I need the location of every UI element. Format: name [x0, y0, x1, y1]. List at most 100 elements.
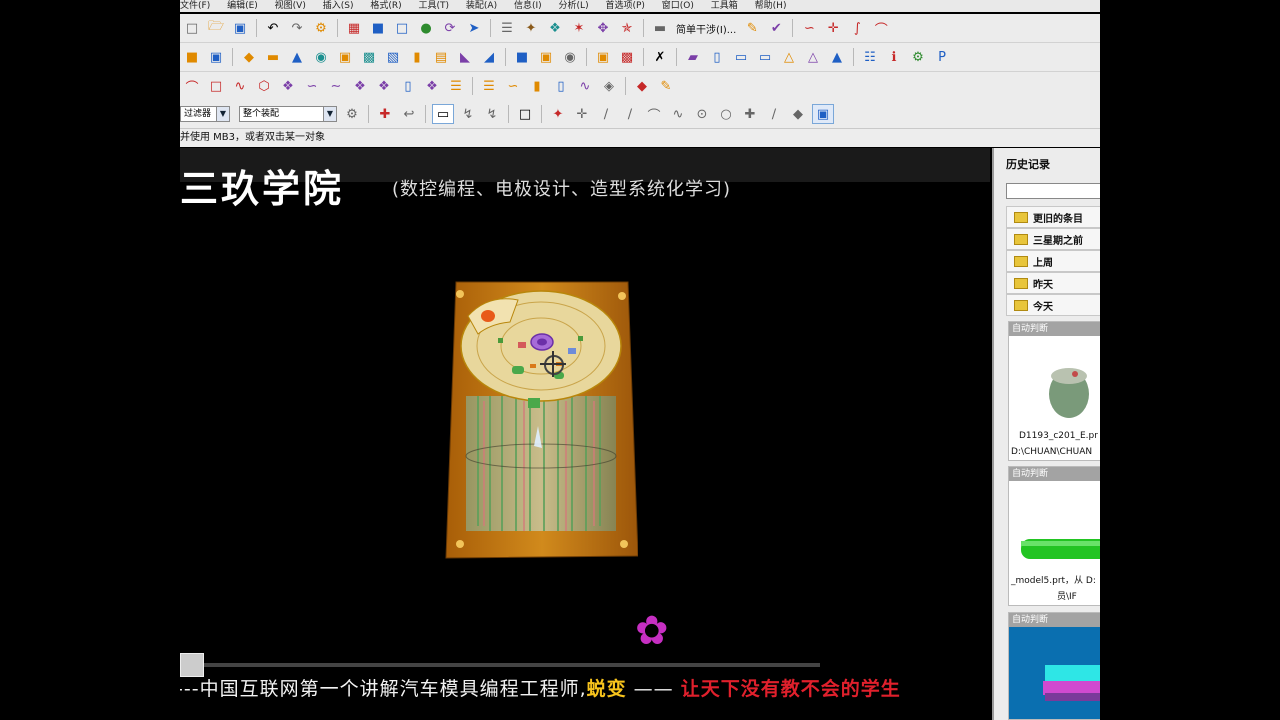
curve-length-icon[interactable]: ▮ — [527, 77, 547, 95]
trim-curve-icon[interactable]: ☰ — [479, 77, 499, 95]
mate-icon[interactable]: ✯ — [617, 19, 637, 37]
slot-icon[interactable]: ▮ — [407, 48, 427, 66]
offset-curve-icon[interactable]: ∽ — [302, 77, 322, 95]
history-group-older[interactable]: 更旧的条目 — [1006, 206, 1100, 228]
component-selection-icon[interactable]: ⚙ — [342, 105, 362, 123]
extrude-icon[interactable]: ■ — [182, 48, 202, 66]
menu-tools[interactable]: 工具(T) — [419, 1, 450, 11]
wcs-icon[interactable]: ✦ — [521, 19, 541, 37]
shaded-cube-icon[interactable]: ■ — [368, 19, 388, 37]
split-body-icon[interactable]: ▩ — [617, 48, 637, 66]
menu-edit[interactable]: 编辑(E) — [227, 1, 258, 11]
divide-curve-icon[interactable]: ∽ — [503, 77, 523, 95]
endpoint-snap-icon[interactable]: ✦ — [548, 105, 568, 123]
mold-wizard-icon[interactable]: ⚙ — [908, 48, 928, 66]
center-snap-icon[interactable]: ⊙ — [692, 105, 712, 123]
video-progress-bar[interactable] — [180, 663, 820, 667]
polygon-icon[interactable]: ⬡ — [254, 77, 274, 95]
history-item[interactable]: 自动判断 D1193_c201_E.pr D:\CHUAN\CHUAN — [1008, 321, 1100, 461]
menu-analysis[interactable]: 分析(L) — [559, 1, 589, 11]
pocket-icon[interactable]: ▩ — [359, 48, 379, 66]
curve-snap-icon[interactable]: ∕ — [620, 105, 640, 123]
menu-preferences[interactable]: 首选项(P) — [605, 1, 644, 11]
selection-scope-dropdown[interactable]: 整个装配 ▼ — [239, 106, 337, 122]
transform-icon[interactable]: ✗ — [650, 48, 670, 66]
ruler-icon[interactable]: ▬ — [650, 19, 670, 37]
line-icon[interactable]: ✛ — [823, 19, 843, 37]
isoparametric-curve-icon[interactable]: ❖ — [422, 77, 442, 95]
cylinder-icon[interactable]: ▬ — [263, 48, 283, 66]
arc-curve-icon[interactable]: ⌒ — [182, 77, 202, 96]
tangent-snap-icon[interactable]: ∿ — [668, 105, 688, 123]
face-snap-icon[interactable]: ◆ — [788, 105, 808, 123]
arc-icon[interactable]: ⌒ — [871, 19, 891, 38]
history-group-three-weeks[interactable]: 三星期之前 — [1006, 228, 1100, 250]
cone-icon[interactable]: ▲ — [287, 48, 307, 66]
repeat-command-icon[interactable]: ⚙ — [311, 19, 331, 37]
history-group-last-week[interactable]: 上周 — [1006, 250, 1100, 272]
rectangle-icon[interactable]: □ — [206, 77, 226, 95]
revolve-icon[interactable]: ◆ — [239, 48, 259, 66]
select-object-icon[interactable]: ▭ — [432, 104, 454, 124]
sphere-icon[interactable]: ● — [416, 19, 436, 37]
join-curve-icon[interactable]: ❖ — [350, 77, 370, 95]
measure-icon[interactable]: ✎ — [742, 19, 762, 37]
snap-back-icon[interactable]: ↩ — [399, 105, 419, 123]
fit-view-icon[interactable]: ▦ — [344, 19, 364, 37]
assembly-icon[interactable]: ❖ — [545, 19, 565, 37]
surface-icon[interactable]: ▰ — [683, 48, 703, 66]
arc-snap-icon[interactable]: ⌒ — [644, 105, 664, 124]
extract-curve-icon[interactable]: ☰ — [446, 77, 466, 95]
sew-icon[interactable]: △ — [779, 48, 799, 66]
trim-body-icon[interactable]: ▣ — [593, 48, 613, 66]
undo-icon[interactable]: ↶ — [263, 19, 283, 37]
rectangle-select-icon[interactable]: □ — [515, 105, 535, 123]
circle-snap-icon[interactable]: ○ — [716, 105, 736, 123]
intersect-curve-icon[interactable]: ❖ — [374, 77, 394, 95]
point-on-curve-icon[interactable]: ∕ — [764, 105, 784, 123]
unite-icon[interactable]: ■ — [512, 48, 532, 66]
menu-view[interactable]: 视图(V) — [275, 1, 306, 11]
spline-icon[interactable]: ∫ — [847, 19, 867, 37]
history-group-yesterday[interactable]: 昨天 — [1006, 272, 1100, 294]
offset-surface-icon[interactable]: ▭ — [755, 48, 775, 66]
polyline-icon[interactable]: ∿ — [230, 77, 250, 95]
thicken-icon[interactable]: △ — [803, 48, 823, 66]
midpoint-snap-icon[interactable]: ✛ — [572, 105, 592, 123]
rotate-view-icon[interactable]: ⟳ — [440, 19, 460, 37]
intersection-snap-icon[interactable]: ✚ — [740, 105, 760, 123]
edge-blend-icon[interactable]: ◣ — [455, 48, 475, 66]
menu-toolbox[interactable]: 工具箱 — [711, 1, 738, 11]
menu-info[interactable]: 信息(I) — [514, 1, 542, 11]
project-curve-icon[interactable]: ❖ — [278, 77, 298, 95]
groove-icon[interactable]: ▤ — [431, 48, 451, 66]
chamfer-icon[interactable]: ◢ — [479, 48, 499, 66]
through-curves-icon[interactable]: ▯ — [707, 48, 727, 66]
graphics-window[interactable]: 三玖学院 (数控编程、电极设计、造型系统化学习) ✿ ---中国互联网第一个讲解… — [180, 148, 990, 720]
parameters-icon[interactable]: P — [932, 48, 952, 66]
intersect-icon[interactable]: ◉ — [560, 48, 580, 66]
history-item[interactable]: 自动判断 _model5.prt，从 D: 员\IF — [1008, 466, 1100, 606]
mold-assembly-model[interactable] — [438, 276, 638, 566]
hole-icon[interactable]: ◉ — [311, 48, 331, 66]
simple-interference-button[interactable]: 简单干涉(I)... — [676, 21, 736, 36]
curve-icon[interactable]: ∽ — [799, 19, 819, 37]
bridge-curve-icon[interactable]: ∼ — [326, 77, 346, 95]
menu-file[interactable]: 文件(F) — [180, 1, 210, 11]
check-geometry-icon[interactable]: ✔ — [766, 19, 786, 37]
select-edge-icon[interactable]: ↯ — [482, 105, 502, 123]
orient-view-icon[interactable]: ➤ — [464, 19, 484, 37]
smooth-spline-icon[interactable]: ∿ — [575, 77, 595, 95]
type-filter-dropdown[interactable]: 过滤器 ▼ — [180, 106, 230, 122]
history-item[interactable]: 自动判断 — [1008, 612, 1100, 720]
properties-icon[interactable]: ☷ — [860, 48, 880, 66]
save-icon[interactable]: ▣ — [230, 19, 250, 37]
line-snap-icon[interactable]: ∕ — [596, 105, 616, 123]
menu-help[interactable]: 帮助(H) — [755, 1, 787, 11]
constraint-icon[interactable]: ✥ — [593, 19, 613, 37]
redo-icon[interactable]: ↷ — [287, 19, 307, 37]
edit-parameters-icon[interactable]: ◈ — [599, 77, 619, 95]
menu-insert[interactable]: 插入(S) — [323, 1, 354, 11]
menu-assembly[interactable]: 装配(A) — [466, 1, 497, 11]
edit-curve-icon[interactable]: ▯ — [551, 77, 571, 95]
